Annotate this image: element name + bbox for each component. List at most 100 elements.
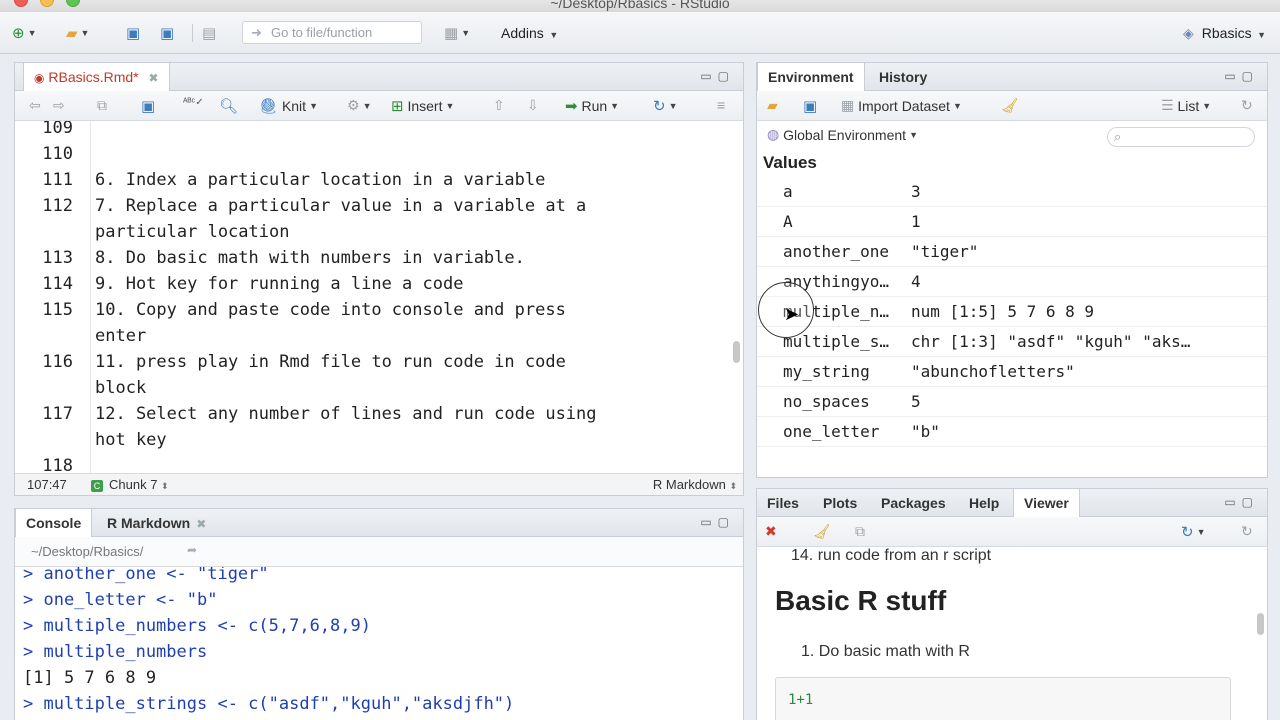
editor-line[interactable]: hot key [15, 427, 715, 453]
editor-line[interactable]: enter [15, 323, 715, 349]
line-number: 116 [42, 352, 73, 372]
tab-console[interactable]: Console [15, 509, 93, 538]
save-button[interactable]: ▣ [126, 23, 140, 43]
working-directory: ~/Desktop/Rbasics/ [31, 544, 144, 559]
editor-line[interactable]: 117 12. Select any number of lines and ru… [15, 401, 715, 427]
pane-minmax[interactable]: ▭▢ [1224, 69, 1259, 83]
env-row[interactable]: A1 [757, 207, 1267, 237]
code-editor[interactable]: 109 110 111 6. Index a particular location … [15, 121, 729, 481]
find-button[interactable]: 🔍︎ [219, 97, 238, 115]
env-var-value: "tiger" [911, 242, 979, 261]
tab-environment[interactable]: Environment [757, 63, 865, 92]
tab-plots[interactable]: Plots [813, 489, 867, 517]
environment-search-input[interactable]: ⌕ [1107, 127, 1255, 147]
editor-line[interactable]: 113 8. Do basic math with numbers in vari… [15, 245, 715, 271]
editor-line[interactable]: block [15, 375, 715, 401]
refresh-button[interactable]: ↻ [1241, 97, 1253, 114]
env-row[interactable]: a3 [757, 177, 1267, 207]
env-row[interactable]: one_letter "b" [757, 417, 1267, 447]
next-chunk-button[interactable]: ⇩ [527, 97, 539, 114]
publish-button[interactable]: ↻ ▼ [1181, 523, 1206, 541]
close-tab-icon[interactable]: ✖ [149, 71, 159, 85]
goto-directory-icon[interactable]: ➦ [187, 543, 197, 557]
tab-rbasics-rmd[interactable]: ◉ RBasics.Rmd* ✖ [23, 63, 170, 92]
project-label: Rbasics [1201, 25, 1252, 41]
env-var-value: 5 [911, 392, 921, 411]
remove-icon: ✖ [765, 523, 777, 539]
clear-viewer-button[interactable]: ✖ [765, 523, 777, 540]
project-menu[interactable]: ◈ Rbasics ▼ [1183, 25, 1266, 42]
tab-r-markdown[interactable]: R Markdown ✖ [97, 509, 216, 537]
tab-files[interactable]: Files [757, 489, 809, 517]
editor-scrollbar[interactable] [733, 341, 740, 363]
knit-button[interactable]: 🧶︎ Knit ▼ [259, 97, 318, 115]
settings-button[interactable]: ⚙ ▼ [347, 97, 371, 114]
editor-line[interactable]: 109 [15, 121, 715, 141]
save-workspace-button[interactable]: ▣ [803, 97, 817, 115]
save-all-button[interactable]: ▣ [160, 23, 174, 43]
tab-help-label: Help [969, 495, 1000, 511]
tab-packages[interactable]: Packages [871, 489, 956, 517]
pane-minmax[interactable]: ▭▢ [700, 69, 735, 83]
insert-label: Insert [407, 98, 443, 114]
chunk-selector[interactable]: C Chunk 7 ⬍ [91, 477, 169, 492]
save-icon: ▣ [141, 98, 156, 115]
env-row[interactable]: another_one "tiger" [757, 237, 1267, 267]
outline-button[interactable]: ≡ [717, 97, 725, 113]
env-row[interactable]: multiple_s… chr [1:3] "asdf" "kguh" "aks… [757, 327, 1267, 357]
addins-menu[interactable]: Addins ▼ [501, 25, 558, 41]
forward-button[interactable]: ⇨ [53, 97, 65, 114]
view-mode-selector[interactable]: ☰ List ▼ [1161, 97, 1211, 114]
editor-line[interactable]: 114 9. Hot key for running a line a code [15, 271, 715, 297]
console-output[interactable]: > another_one <- "tiger" > one_letter <- … [15, 567, 743, 720]
run-button[interactable]: ➡ Run ▼ [565, 97, 619, 115]
line-number: 111 [42, 170, 73, 190]
editor-line[interactable]: particular location [15, 219, 715, 245]
console-tabbar: Console R Markdown ✖ ▭▢ [15, 509, 743, 538]
back-button[interactable]: ⇦ [29, 97, 41, 114]
tab-help[interactable]: Help [959, 489, 1009, 517]
environment-toolbar: ▰ ▣ ▦ Import Dataset ▼ 🧹︎ ☰ List ▼ ↻ [757, 91, 1267, 121]
load-workspace-button[interactable]: ▰ [767, 97, 778, 114]
spellcheck-button[interactable]: ᴬᴮᶜ✓ [183, 97, 204, 108]
viewer-refresh-button[interactable]: ↻ [1241, 523, 1253, 540]
new-file-button[interactable]: ⊕ ▼ [12, 23, 37, 43]
env-row[interactable]: my_string "abunchofletters" [757, 357, 1267, 387]
knit-icon: 🧶︎ [259, 98, 279, 115]
env-row[interactable]: anythingyo… 4 [757, 267, 1267, 297]
prev-chunk-button[interactable]: ⇧ [493, 97, 505, 114]
rerun-icon: ↻ [653, 98, 666, 115]
show-in-new-window-button[interactable]: ⧉ [855, 523, 865, 540]
run-label: Run [581, 98, 608, 114]
goto-file-input[interactable]: ➜ Go to file/function [242, 21, 422, 44]
rerun-button[interactable]: ↻ ▼ [653, 97, 678, 115]
import-dataset-button[interactable]: ▦ Import Dataset ▼ [841, 97, 962, 114]
clear-workspace-button[interactable]: 🧹︎ [1001, 97, 1019, 114]
tab-history[interactable]: History [869, 63, 937, 91]
print-button[interactable]: ▤ [202, 23, 216, 43]
editor-line[interactable]: 111 6. Index a particular location in a v… [15, 167, 715, 193]
env-row[interactable]: no_spaces 5 [757, 387, 1267, 417]
viewer-content: 14. run code from an r script Basic R st… [757, 547, 1267, 720]
editor-line[interactable]: 112 7. Replace a particular value in a va… [15, 193, 715, 219]
pane-layout-button[interactable]: ▦ ▼ [444, 23, 470, 43]
tab-viewer[interactable]: Viewer [1013, 489, 1080, 518]
insert-chunk-button[interactable]: ⊞ Insert ▼ [391, 97, 454, 115]
environment-scope-selector[interactable]: ◍ Global Environment ▼ [767, 126, 918, 143]
editor-line[interactable]: 116 11. press play in Rmd file to run cod… [15, 349, 715, 375]
knit-label: Knit [281, 98, 307, 114]
close-tab-icon[interactable]: ✖ [196, 517, 206, 531]
open-project-button[interactable]: ▰ ▼ [66, 23, 89, 43]
env-row[interactable]: multiple_n… num [1:5] 5 7 6 8 9 [757, 297, 1267, 327]
editor-save-button[interactable]: ▣ [141, 97, 155, 115]
file-type-selector[interactable]: R Markdown ⬍ [653, 477, 737, 492]
editor-line[interactable]: 110 [15, 141, 715, 167]
editor-line[interactable]: 115 10. Copy and paste code into console … [15, 297, 715, 323]
pane-minmax[interactable]: ▭▢ [1224, 495, 1259, 509]
pane-minmax[interactable]: ▭▢ [700, 515, 735, 529]
chevron-down-icon: ▼ [909, 129, 918, 140]
show-in-window-button[interactable]: ⧉ [97, 97, 107, 114]
clear-all-viewer-button[interactable]: 🧹︎ [813, 523, 831, 540]
chevron-down-icon: ▼ [1254, 30, 1266, 40]
viewer-scrollbar[interactable] [1257, 613, 1264, 635]
